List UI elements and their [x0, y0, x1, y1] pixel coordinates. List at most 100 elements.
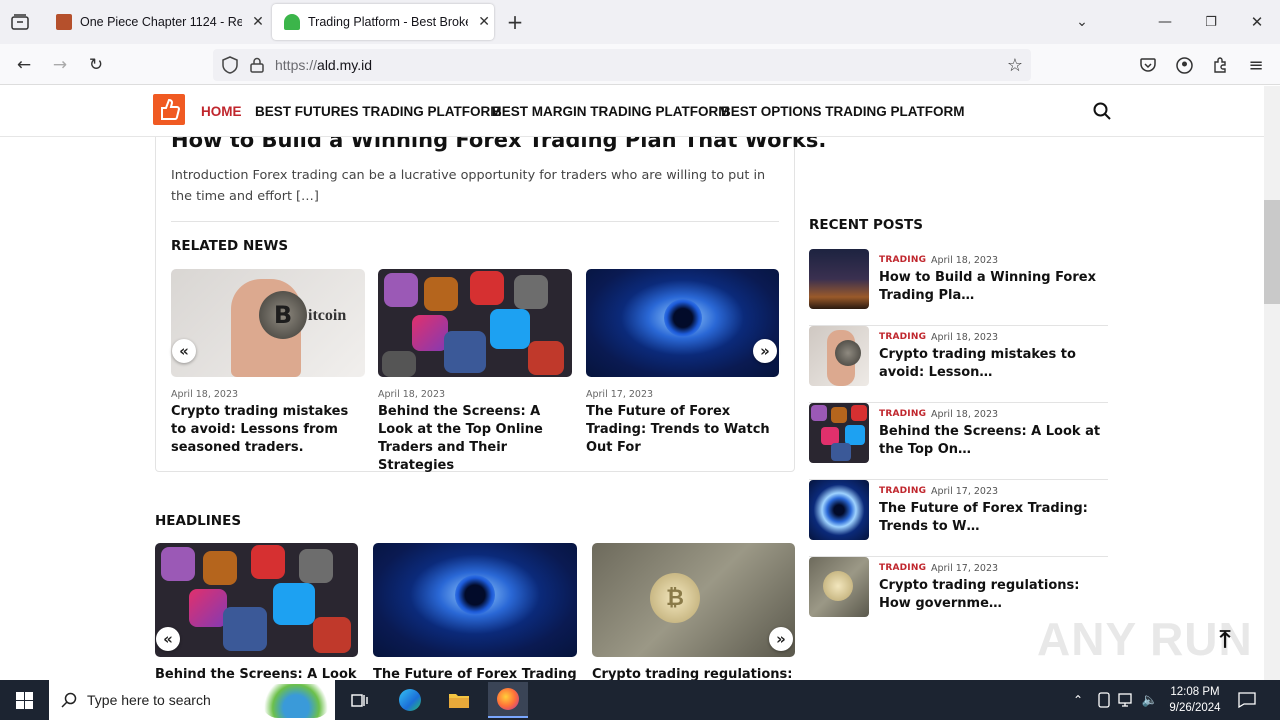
close-window-icon[interactable]: ✕ — [1244, 9, 1270, 35]
close-tab-icon[interactable]: ✕ — [248, 12, 268, 32]
post-title[interactable]: Crypto trading regulations: How governme… — [879, 577, 1107, 613]
edge-icon[interactable] — [390, 684, 430, 716]
bitcoin-hand-thumbnail[interactable] — [809, 326, 869, 386]
extensions-icon[interactable] — [1207, 52, 1233, 78]
notification-icon[interactable] — [1230, 684, 1264, 716]
social-apps-thumbnail[interactable] — [809, 403, 869, 463]
volume-icon[interactable]: 🔈 — [1138, 684, 1162, 716]
file-explorer-icon[interactable] — [439, 684, 479, 716]
post-category[interactable]: TRADING — [879, 332, 926, 342]
blue-eye-thumbnail[interactable] — [809, 480, 869, 540]
bookmark-star-icon[interactable]: ☆ — [1002, 52, 1028, 78]
reload-icon[interactable]: ↻ — [83, 52, 109, 78]
tab-one-piece[interactable]: One Piece Chapter 1124 - Read ✕ — [44, 4, 268, 40]
bitcoin-dollar-thumbnail[interactable] — [809, 557, 869, 617]
post-category[interactable]: TRADING — [879, 409, 926, 419]
chevron-down-icon[interactable]: ⌄ — [1069, 9, 1095, 35]
article-excerpt: Introduction Forex trading can be a lucr… — [171, 168, 766, 204]
nav-options[interactable]: BEST OPTIONS TRADING PLATFORM — [721, 104, 965, 119]
recent-post-item[interactable]: TRADING April 18, 2023 How to Build a Wi… — [809, 249, 1108, 326]
hamburger-menu-icon[interactable]: ≡ — [1243, 52, 1269, 78]
device-icon[interactable] — [1092, 684, 1116, 716]
article-title[interactable]: How to Build a Winning Forex Trading Pla… — [171, 137, 826, 152]
headline-card[interactable]: ₿ Crypto trading regulations: — [592, 543, 795, 680]
recent-post-item[interactable]: TRADING April 18, 2023 Crypto trading mi… — [809, 326, 1108, 403]
post-title[interactable]: The Future of Forex Trading: Trends to W… — [879, 500, 1107, 536]
headline-title[interactable]: Behind the Screens: A Look at — [155, 667, 358, 680]
close-tab-icon[interactable]: ✕ — [474, 12, 494, 32]
headline-card[interactable]: The Future of Forex Trading: — [373, 543, 577, 680]
related-card[interactable]: April 18, 2023 Behind the Screens: A Loo… — [378, 269, 572, 475]
scroll-to-top-icon[interactable]: ⤒ — [1211, 625, 1239, 653]
post-category[interactable]: TRADING — [879, 486, 926, 496]
restore-icon[interactable]: ❐ — [1198, 9, 1224, 35]
firefox-icon[interactable] — [488, 682, 528, 718]
url-host: ald.my.id — [317, 57, 373, 73]
nav-futures[interactable]: BEST FUTURES TRADING PLATFORM — [255, 104, 502, 119]
recent-post-item[interactable]: TRADING April 18, 2023 Behind the Screen… — [809, 403, 1108, 480]
page-content: How to Build a Winning Forex Trading Pla… — [0, 137, 1264, 680]
bitcoin-hand-image[interactable]: B itcoin — [171, 269, 365, 377]
taskbar-search-box[interactable]: Type here to search — [49, 680, 335, 720]
post-date: April 17, 2023 — [931, 486, 999, 497]
search-icon[interactable] — [1089, 98, 1115, 124]
search-icon — [51, 684, 87, 716]
card-date: April 17, 2023 — [586, 389, 654, 400]
android-favicon-icon — [284, 14, 300, 30]
headline-card[interactable]: Behind the Screens: A Look at — [155, 543, 358, 680]
related-card[interactable]: April 17, 2023 The Future of Forex Tradi… — [586, 269, 779, 457]
task-view-icon[interactable] — [340, 684, 380, 716]
scrollbar-thumb[interactable] — [1264, 200, 1280, 304]
carousel-next-button[interactable]: » — [753, 339, 777, 363]
new-tab-icon[interactable]: + — [502, 9, 528, 35]
minimize-icon[interactable]: — — [1152, 9, 1178, 35]
url-text[interactable]: https://ald.my.id — [275, 57, 372, 73]
site-logo[interactable] — [153, 94, 185, 125]
blue-eye-image[interactable] — [586, 269, 779, 377]
chevron-up-icon[interactable]: ⌃ — [1066, 684, 1090, 716]
card-title[interactable]: Behind the Screens: A Look at the Top On… — [378, 403, 572, 475]
tab-trading-platform[interactable]: Trading Platform - Best Broker F ✕ — [272, 4, 494, 40]
page-scrollbar[interactable] — [1264, 86, 1280, 680]
card-title[interactable]: Crypto trading mistakes to avoid: Lesson… — [171, 403, 365, 457]
address-bar[interactable]: https://ald.my.id ☆ — [213, 49, 1031, 81]
recent-post-item[interactable]: TRADING April 17, 2023 The Future of For… — [809, 480, 1108, 557]
related-news-heading: RELATED NEWS — [171, 238, 289, 254]
url-scheme: https:// — [275, 57, 318, 73]
post-date: April 18, 2023 — [931, 332, 999, 343]
account-icon[interactable] — [1171, 52, 1197, 78]
headlines-prev-button[interactable]: « — [156, 627, 180, 651]
card-date: April 18, 2023 — [171, 389, 239, 400]
network-icon[interactable] — [1115, 684, 1139, 716]
windows-taskbar: Type here to search ⌃ 🔈 12:08 PM 9/26/20… — [0, 680, 1280, 720]
pocket-icon[interactable] — [1135, 52, 1161, 78]
search-highlight-image — [261, 684, 331, 718]
back-icon[interactable]: ← — [11, 52, 37, 78]
headline-title[interactable]: The Future of Forex Trading: — [373, 667, 577, 680]
social-apps-image[interactable] — [378, 269, 572, 377]
forward-icon[interactable]: → — [47, 52, 73, 78]
post-category[interactable]: TRADING — [879, 563, 926, 573]
city-night-thumbnail[interactable] — [809, 249, 869, 309]
shield-icon[interactable] — [217, 52, 243, 78]
post-title[interactable]: Crypto trading mistakes to avoid: Lesson… — [879, 346, 1107, 382]
social-apps-image[interactable] — [155, 543, 358, 657]
headline-title[interactable]: Crypto trading regulations: — [592, 667, 795, 680]
post-title[interactable]: How to Build a Winning Forex Trading Pla… — [879, 269, 1107, 305]
one-piece-favicon-icon — [56, 14, 72, 30]
bitcoin-dollar-image[interactable]: ₿ — [592, 543, 795, 657]
tab-list-icon[interactable] — [7, 9, 33, 35]
nav-margin[interactable]: BEST MARGIN TRADING PLATFORM — [492, 104, 729, 119]
windows-start-icon[interactable] — [4, 684, 44, 716]
headlines-next-button[interactable]: » — [769, 627, 793, 651]
post-title[interactable]: Behind the Screens: A Look at the Top On… — [879, 423, 1107, 459]
blue-eye-image[interactable] — [373, 543, 577, 657]
lock-icon[interactable] — [244, 52, 270, 78]
nav-home[interactable]: HOME — [201, 104, 242, 119]
related-card[interactable]: B itcoin April 18, 2023 Crypto trading m… — [171, 269, 365, 457]
post-date: April 17, 2023 — [931, 563, 999, 574]
card-title[interactable]: The Future of Forex Trading: Trends to W… — [586, 403, 779, 457]
carousel-prev-button[interactable]: « — [172, 339, 196, 363]
post-category[interactable]: TRADING — [879, 255, 926, 265]
system-clock[interactable]: 12:08 PM 9/26/2024 — [1163, 684, 1227, 716]
